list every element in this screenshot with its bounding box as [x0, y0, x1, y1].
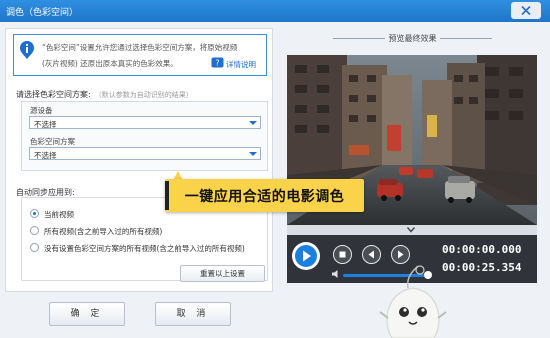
help-icon[interactable]: ? — [211, 57, 224, 68]
title-bar: 调色（色彩空间） — [0, 0, 550, 22]
help-link[interactable]: 详情说明 — [226, 59, 256, 70]
radio-button[interactable] — [30, 226, 39, 235]
source-device-value: 不选择 — [34, 120, 57, 129]
close-icon — [521, 5, 531, 16]
next-icon — [398, 250, 404, 259]
volume-icon[interactable] — [331, 269, 341, 279]
reset-settings-button[interactable]: 重置以上设置 — [180, 265, 265, 282]
sync-option-all[interactable]: 所有视频(含之前导入过的所有视频) — [30, 225, 230, 237]
play-icon — [295, 245, 317, 267]
radio-label: 所有视频(含之前导入过的所有视频) — [44, 227, 163, 236]
scheme-title: 请选择色彩空间方案: — [16, 90, 91, 99]
cancel-button[interactable]: 取 消 — [155, 302, 231, 326]
window-title: 调色（色彩空间） — [6, 8, 79, 18]
close-button[interactable] — [511, 2, 541, 19]
prev-icon — [368, 250, 374, 259]
info-icon — [20, 41, 34, 59]
info-text-line-1: “色彩空间”设置允许您通过选择色彩空间方案，将原始视频 — [42, 43, 238, 52]
scheme-group: 源设备 不选择 色彩空间方案 不选择 — [21, 101, 268, 171]
scheme-heading: 请选择色彩空间方案: （默认参数为自动识别的结果） — [16, 89, 193, 100]
stop-button[interactable] — [333, 245, 352, 264]
source-device-select[interactable]: 不选择 — [29, 116, 261, 129]
color-grading-dialog: 调色（色彩空间） “色彩空间”设置允许您通过选择色彩空间方案，将原始视频 (灰片… — [0, 0, 550, 338]
ok-label: 确 定 — [70, 309, 104, 319]
dropdown-arrow-icon — [249, 121, 257, 125]
radio-button[interactable] — [30, 209, 39, 218]
scheme-hint: （默认参数为自动识别的结果） — [94, 91, 193, 99]
preview-title: 预览最终效果 — [388, 34, 437, 43]
source-device-label: 源设备 — [30, 106, 53, 115]
radio-label: 没有设置色彩空间方案的所有视频(含之前导入过的所有视频) — [44, 244, 245, 253]
divider — [440, 38, 492, 39]
chevron-down-icon[interactable] — [407, 227, 415, 233]
reset-settings-label: 重置以上设置 — [200, 269, 245, 278]
total-time: 00:00:25.354 — [442, 261, 522, 274]
info-box: “色彩空间”设置允许您通过选择色彩空间方案，将原始视频 (灰片视频) 还原出原本… — [13, 34, 267, 76]
current-time: 00:00:00.000 — [442, 243, 522, 256]
mascot-illustration — [379, 265, 447, 338]
colorspace-value: 不选择 — [34, 151, 57, 160]
play-button[interactable] — [292, 242, 320, 270]
ok-button[interactable]: 确 定 — [49, 302, 125, 326]
stop-icon — [339, 251, 346, 258]
cancel-label: 取 消 — [176, 309, 210, 319]
sync-option-current[interactable]: 当前视频 — [30, 208, 150, 220]
settings-panel: “色彩空间”设置允许您通过选择色彩空间方案，将原始视频 (灰片视频) 还原出原本… — [5, 28, 273, 292]
preview-header: 预览最终效果 — [280, 33, 545, 45]
info-text-line-2: (灰片视频) 还原出原本真实的色彩效果。 — [42, 59, 178, 68]
promo-banner: 一键应用合适的电影调色 — [165, 179, 364, 212]
colorspace-label: 色彩空间方案 — [30, 137, 75, 146]
radio-button[interactable] — [30, 243, 39, 252]
colorspace-select[interactable]: 不选择 — [29, 147, 261, 160]
svg-text:?: ? — [215, 59, 219, 68]
radio-label: 当前视频 — [44, 210, 74, 219]
sync-option-unset[interactable]: 没有设置色彩空间方案的所有视频(含之前导入过的所有视频) — [30, 242, 265, 254]
seek-bar[interactable] — [287, 225, 537, 235]
dropdown-arrow-icon — [249, 152, 257, 156]
promo-banner-text: 一键应用合适的电影调色 — [184, 189, 345, 205]
